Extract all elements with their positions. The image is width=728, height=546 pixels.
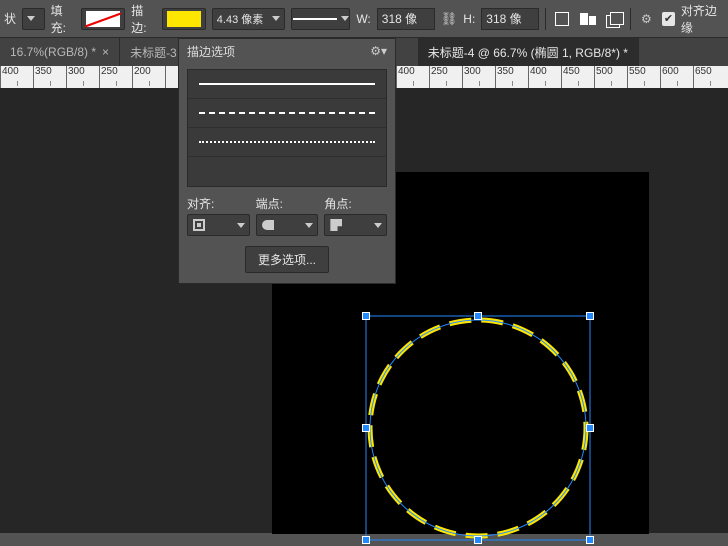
stack-icon <box>606 12 622 26</box>
align-center-icon <box>192 218 206 232</box>
ruler-tick: 400 <box>396 66 429 88</box>
selection-handle[interactable] <box>586 536 594 544</box>
solid-line-icon <box>199 83 375 85</box>
caps-label: 端点: <box>256 195 319 212</box>
stroke-preset-solid[interactable] <box>188 70 386 99</box>
shape-options-bar: 状 填充: 描边: 4.43 像素 W: ⛓ H: ⚙ ✔ 对齐边缘 <box>0 0 728 38</box>
width-input[interactable] <box>377 8 435 30</box>
align-edges-checkbox[interactable]: ✔ <box>662 12 675 26</box>
stroke-style-dropdown[interactable] <box>291 8 351 30</box>
path-stack-button[interactable] <box>604 8 624 30</box>
popover-header: 描边选项 ⚙▾ <box>179 39 395 63</box>
close-icon[interactable]: × <box>102 45 109 59</box>
shape-label: 状 <box>4 10 16 27</box>
divider <box>545 8 546 30</box>
gear-icon[interactable]: ⚙▾ <box>370 44 387 58</box>
stroke-caps-dropdown[interactable] <box>256 214 319 236</box>
ruler-tick: 400 <box>0 66 33 88</box>
corner-miter-icon <box>329 218 343 232</box>
path-align-button[interactable] <box>552 8 572 30</box>
height-label: H: <box>463 12 475 26</box>
ruler-tick: 550 <box>627 66 660 88</box>
ruler-tick: 500 <box>594 66 627 88</box>
cap-butt-icon <box>261 218 275 232</box>
chevron-down-icon <box>272 16 280 21</box>
ruler-tick: 250 <box>429 66 462 88</box>
selection-handle[interactable] <box>474 536 482 544</box>
ruler-tick: 400 <box>528 66 561 88</box>
stroke-preset-dotted[interactable] <box>188 128 386 157</box>
path-arrange-button[interactable] <box>578 8 598 30</box>
align-edges-label: 对齐边缘 <box>681 2 724 36</box>
popover-footer: 更多选项... <box>179 240 395 283</box>
chevron-down-icon <box>341 16 349 21</box>
ruler-tick: 200 <box>132 66 165 88</box>
stroke-width-dropdown[interactable]: 4.43 像素 <box>212 8 285 30</box>
stroke-label: 描边: <box>131 2 156 36</box>
selection-handle[interactable] <box>362 424 370 432</box>
dashed-line-icon <box>199 112 375 114</box>
ruler-tick: 350 <box>33 66 66 88</box>
align-icon <box>580 13 596 25</box>
fill-label: 填充: <box>51 2 76 36</box>
tab-doc-1[interactable]: 16.7%(RGB/8) * × <box>0 38 120 66</box>
ruler-tick: 650 <box>693 66 726 88</box>
stroke-width-value: 4.43 像素 <box>217 11 263 27</box>
ruler-tick: 600 <box>660 66 693 88</box>
square-icon <box>555 12 569 26</box>
selection-handle[interactable] <box>362 536 370 544</box>
shape-mode-dropdown[interactable] <box>22 8 45 30</box>
no-fill-icon <box>86 11 120 27</box>
stroke-preset-list <box>187 69 387 187</box>
selection-handle[interactable] <box>474 312 482 320</box>
chevron-down-icon <box>374 223 382 228</box>
solid-line-icon <box>293 18 337 20</box>
stroke-options-popover: 描边选项 ⚙▾ 对齐: 端点: 角点: <box>178 38 396 284</box>
stroke-corners-dropdown[interactable] <box>324 214 387 236</box>
selection-handle[interactable] <box>362 312 370 320</box>
ruler-tick: 350 <box>495 66 528 88</box>
selection-handle[interactable] <box>586 424 594 432</box>
more-options-button[interactable]: 更多选项... <box>245 246 329 273</box>
ruler-tick: 250 <box>99 66 132 88</box>
stroke-preset-empty[interactable] <box>188 157 386 186</box>
tab-label: 未标题-3 <box>130 44 177 61</box>
width-label: W: <box>356 12 370 26</box>
tab-doc-3[interactable]: 未标题-4 @ 66.7% (椭圆 1, RGB/8*) * <box>418 38 639 66</box>
stroke-preset-dashed[interactable] <box>188 99 386 128</box>
link-icon[interactable]: ⛓ <box>441 11 458 27</box>
ellipse-shape[interactable] <box>360 310 596 546</box>
fill-swatch[interactable] <box>81 8 125 30</box>
yellow-stroke-icon <box>167 11 201 27</box>
settings-button[interactable]: ⚙ <box>636 8 656 30</box>
ruler-tick: 450 <box>561 66 594 88</box>
chevron-down-icon <box>305 223 313 228</box>
stroke-settings-row: 对齐: 端点: 角点: <box>179 191 395 240</box>
chevron-down-icon <box>237 223 245 228</box>
tab-label: 未标题-4 @ 66.7% (椭圆 1, RGB/8*) * <box>428 44 628 61</box>
chevron-down-icon <box>27 16 35 21</box>
ruler-tick: 300 <box>66 66 99 88</box>
ruler-tick: 300 <box>462 66 495 88</box>
dotted-line-icon <box>199 141 375 143</box>
tab-label: 16.7%(RGB/8) * <box>10 45 96 59</box>
align-label: 对齐: <box>187 195 250 212</box>
divider <box>630 8 631 30</box>
gear-icon: ⚙ <box>641 12 652 26</box>
stroke-swatch[interactable] <box>162 8 206 30</box>
selection-handle[interactable] <box>586 312 594 320</box>
corners-label: 角点: <box>324 195 387 212</box>
stroke-align-dropdown[interactable] <box>187 214 250 236</box>
height-input[interactable] <box>481 8 539 30</box>
popover-title: 描边选项 <box>187 43 235 60</box>
